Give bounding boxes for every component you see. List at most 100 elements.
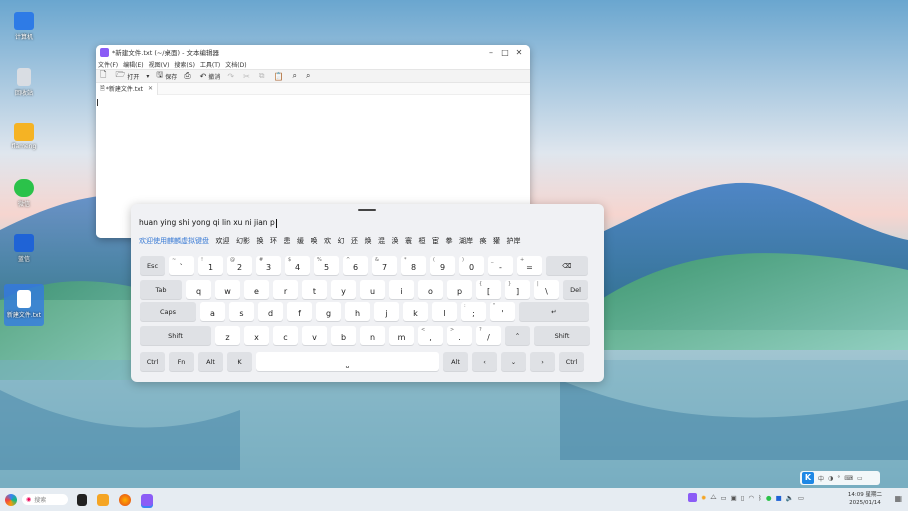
key-special[interactable]: Shift (534, 326, 590, 345)
desktop-icon-computer[interactable]: 计算机 (4, 6, 44, 48)
keyboard-drag-handle[interactable] (358, 209, 376, 211)
candidate-item[interactable]: 獾 (493, 236, 500, 246)
key-special[interactable]: Tab (140, 280, 182, 299)
volume-icon[interactable]: 🔈 (786, 494, 794, 502)
key-special[interactable]: Alt (198, 352, 223, 371)
key-special[interactable]: _ - (488, 256, 513, 275)
candidate-item[interactable]: 痪 (480, 236, 487, 246)
ime-punctuation-icon[interactable]: ° (837, 475, 840, 482)
key-1[interactable]: ! 1 (198, 256, 223, 275)
open-recent-dropdown[interactable]: ▾ (146, 73, 149, 80)
display-icon[interactable]: ▭ (720, 494, 726, 502)
candidate-item[interactable]: 患 (284, 236, 291, 246)
key-special[interactable]: Ctrl (559, 352, 584, 371)
candidate-item[interactable]: 桓 (419, 236, 426, 246)
key-z[interactable]: z (215, 326, 240, 345)
candidate-item[interactable]: 欢迎使用麒麟虚拟键盘 (139, 236, 209, 246)
candidate-item[interactable]: 欢 (324, 236, 331, 246)
key-k[interactable]: K (227, 352, 252, 371)
desktop-icon-lanxin[interactable]: 蓝信 (4, 228, 44, 270)
key-special[interactable]: " ' (490, 302, 515, 321)
key-9[interactable]: (9 (430, 256, 455, 275)
key-0[interactable]: ) 0 (459, 256, 484, 275)
candidate-item[interactable]: 缓 (297, 236, 304, 246)
key-special[interactable]: ? / (476, 326, 501, 345)
show-desktop-icon[interactable]: ▦ (894, 494, 902, 503)
key-special[interactable]: {[ (476, 280, 501, 299)
undo-button[interactable]: ↶ 撤消 (200, 72, 221, 81)
key-u[interactable]: u (360, 280, 385, 299)
key-special[interactable]: › (530, 352, 555, 371)
key-p[interactable]: p (447, 280, 472, 299)
key-o[interactable]: o (418, 280, 443, 299)
candidate-item[interactable]: 焕 (365, 236, 372, 246)
key-special[interactable]: Esc (140, 256, 165, 275)
text-editor-taskbar-icon[interactable] (141, 493, 153, 506)
menu-edit[interactable]: 编辑(E) (123, 60, 143, 69)
wifi-icon[interactable]: ◠ (748, 494, 754, 502)
close-button[interactable]: ✕ (512, 48, 526, 57)
key-l[interactable]: l (432, 302, 457, 321)
desktop-icon-trash[interactable]: 回收站 (4, 62, 44, 104)
candidate-item[interactable]: 幻影 (236, 236, 250, 246)
copy-button[interactable]: ⧉ (259, 71, 267, 81)
editor-tray-icon[interactable] (687, 493, 697, 502)
multitask-view-icon[interactable] (77, 493, 87, 506)
key-n[interactable]: n (360, 326, 385, 345)
notification-icon[interactable]: ▯ (741, 494, 745, 502)
save-button[interactable]: 🖫 保存 (156, 69, 177, 83)
find-button[interactable]: ⌕ (292, 71, 298, 81)
key-5[interactable]: % 5 (314, 256, 339, 275)
battery-icon[interactable]: ▭ (798, 494, 804, 502)
key-e[interactable]: e (244, 280, 269, 299)
print-button[interactable]: ⎙ (184, 71, 192, 81)
key-k[interactable]: k (403, 302, 428, 321)
clock[interactable]: 14:09 星期二 2025/01/14 (848, 491, 882, 507)
key-special[interactable]: :; (461, 302, 486, 321)
key-8[interactable]: * 8 (401, 256, 426, 275)
key-7[interactable]: & 7 (372, 256, 397, 275)
ime-logo-icon[interactable]: K (802, 472, 814, 484)
search-box[interactable]: ◉ 搜索 (22, 494, 68, 505)
key-special[interactable]: ~ ` (169, 256, 194, 275)
bluetooth-icon[interactable]: ᛒ (758, 494, 762, 502)
key-special[interactable]: ⎵ (256, 352, 439, 371)
new-document-button[interactable]: 🗋 (100, 69, 108, 83)
candidate-item[interactable]: 护岸 (507, 236, 521, 246)
file-manager-icon[interactable] (97, 493, 109, 506)
candidate-item[interactable]: 换 (257, 236, 264, 246)
key-4[interactable]: $4 (285, 256, 310, 275)
network-share-icon[interactable]: ⧍ (710, 493, 716, 502)
key-special[interactable]: Ctrl (140, 352, 165, 371)
key-special[interactable]: }] (505, 280, 530, 299)
key-special[interactable]: Del (563, 280, 588, 299)
ime-keyboard-icon[interactable]: ⌨ (844, 475, 853, 482)
key-b[interactable]: b (331, 326, 356, 345)
menu-search[interactable]: 搜索(S) (174, 60, 195, 69)
key-v[interactable]: v (302, 326, 327, 345)
desktop-icon-wechat[interactable]: 微信 (4, 173, 44, 215)
key-w[interactable]: w (215, 280, 240, 299)
candidate-item[interactable]: 寰 (405, 236, 412, 246)
key-special[interactable]: | \ (534, 280, 559, 299)
key-d[interactable]: d (258, 302, 283, 321)
candidate-item[interactable]: 还 (351, 236, 358, 246)
key-3[interactable]: #3 (256, 256, 281, 275)
key-f[interactable]: f (287, 302, 312, 321)
cut-button[interactable]: ✂ (243, 72, 252, 81)
ime-mode-toggle[interactable]: 中 (818, 474, 824, 483)
find-replace-button[interactable]: ⌕ (306, 71, 312, 81)
key-6[interactable]: ^ 6 (343, 256, 368, 275)
tab-close-icon[interactable]: ✕ (148, 85, 153, 92)
desktop-icon-text-file[interactable]: 新建文件.txt (4, 284, 44, 326)
maximize-button[interactable]: □ (498, 48, 512, 57)
key-q[interactable]: q (186, 280, 211, 299)
key-special[interactable]: >. (447, 326, 472, 345)
clipboard-icon[interactable]: ▣ (731, 494, 737, 502)
redo-button[interactable]: ↷ (227, 72, 236, 81)
key-g[interactable]: g (316, 302, 341, 321)
candidate-item[interactable]: 涣 (392, 236, 399, 246)
key-h[interactable]: h (345, 302, 370, 321)
key-special[interactable]: + = (517, 256, 542, 275)
candidate-item[interactable]: 唤 (311, 236, 318, 246)
